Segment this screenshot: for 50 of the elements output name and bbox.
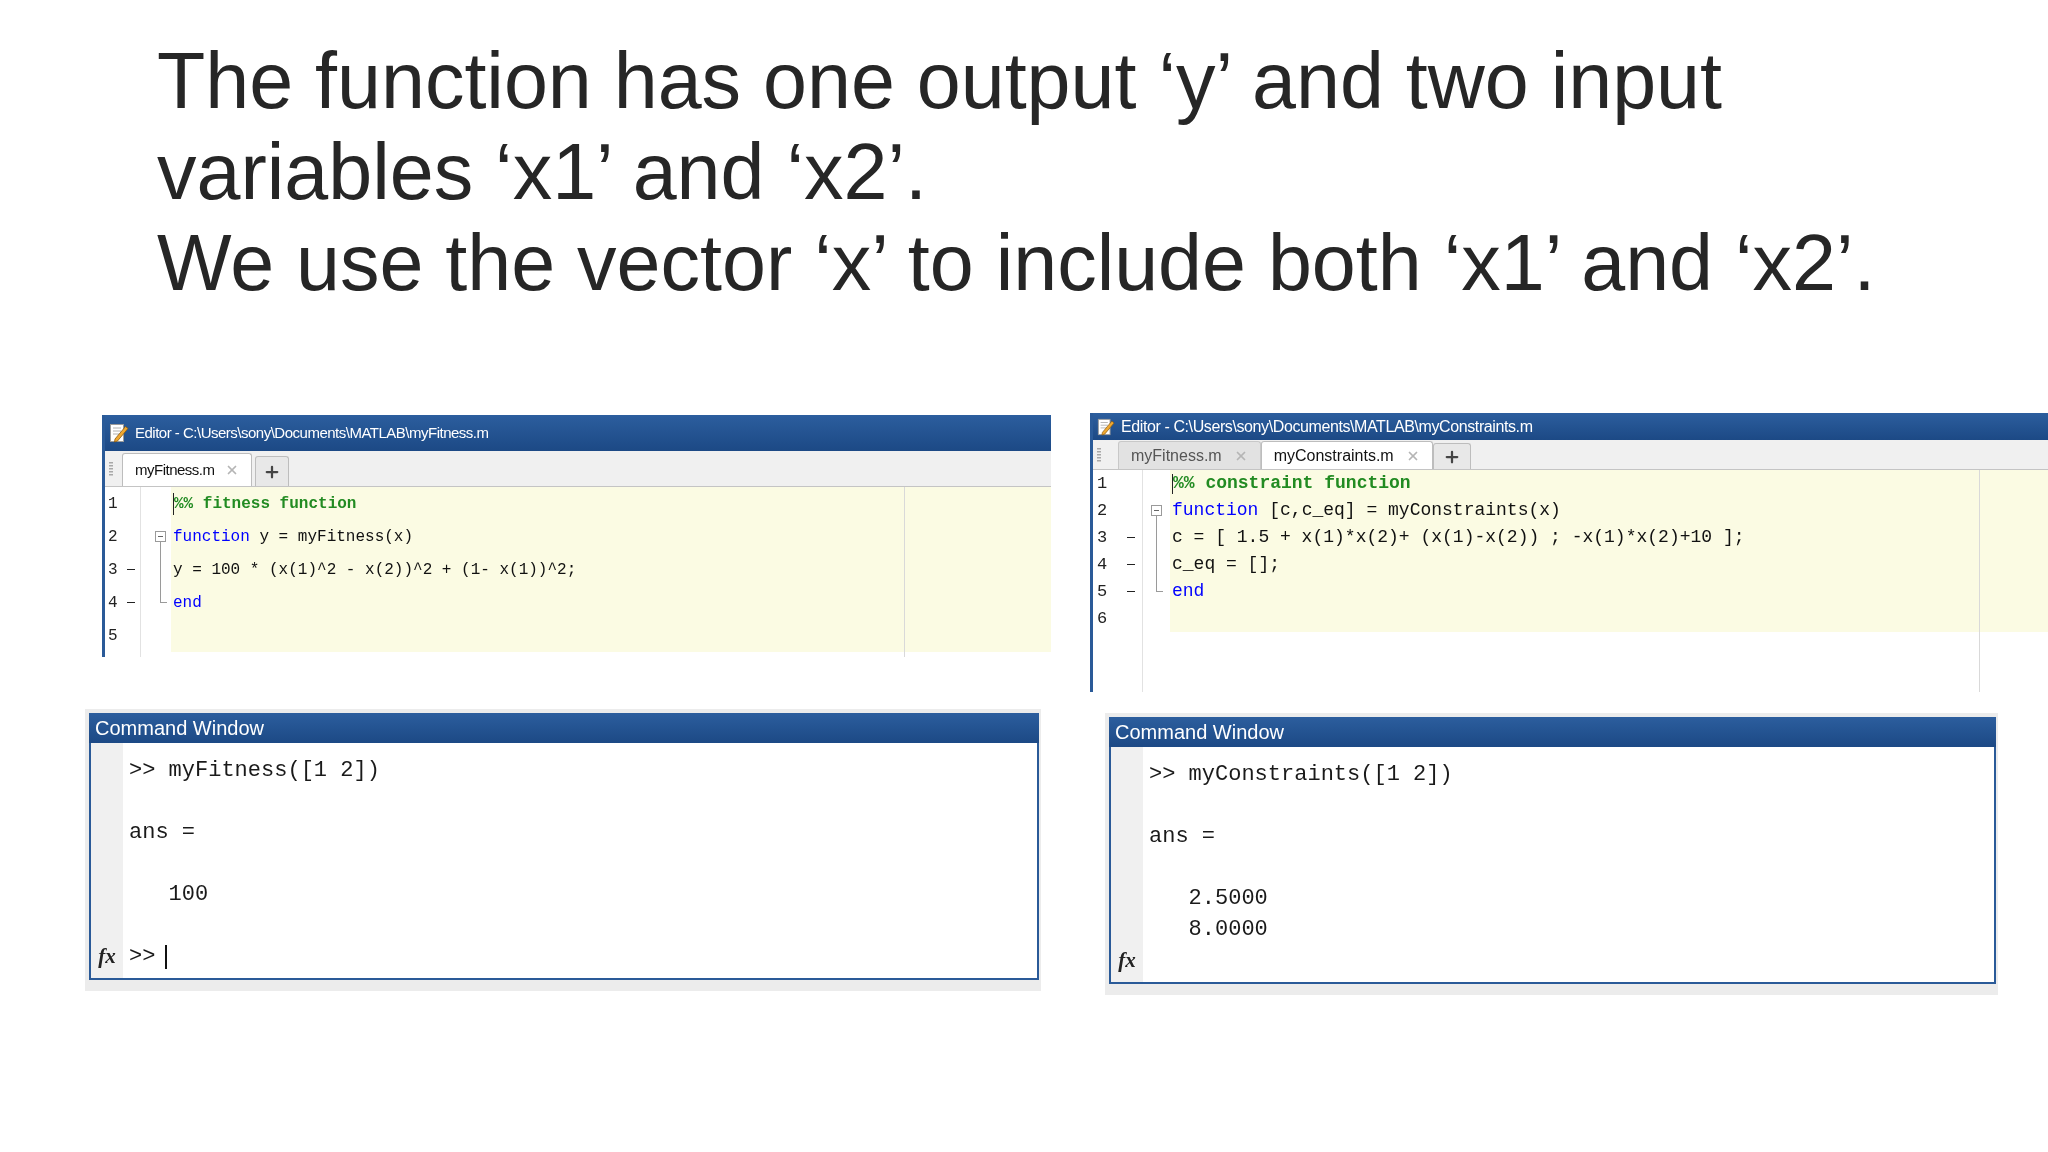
new-tab-button[interactable] [1432,443,1471,469]
notepad-pencil-icon [109,423,129,443]
notepad-pencil-icon [1097,417,1115,436]
editor-tab[interactable]: myFitness.m [1118,441,1261,469]
line-number: 4 [108,592,118,614]
new-tab-button[interactable] [254,456,289,486]
collapse-icon[interactable] [155,531,166,553]
line-number: 2 [108,526,118,548]
fold-end-icon [160,586,167,603]
code-line: c_eq = []; [1172,553,1281,576]
panel-title: Command Window [1115,720,1284,745]
console-line: >> myFitness([1 2]) [129,757,380,785]
collapse-icon[interactable] [1151,505,1162,524]
line-number: 3 [1097,526,1108,549]
fx-button[interactable]: fx [1111,945,1143,976]
code-line: function y = myFitness(x) [173,526,414,548]
editor-title: Editor - C:\Users\sony\Documents\MATLAB\myFitness.m [135,422,489,443]
console-line: ans = [1149,823,1215,851]
grip-icon[interactable] [109,460,113,477]
code-line: c = [ 1.5 + x(1)*x(2)+ (x(1)-x(2)) ; -x(1)*x(2)+10 ]; [1172,526,1745,549]
line-number: 1 [108,493,118,515]
console-line: 100 [168,881,209,909]
editor-tab[interactable]: myConstraints.m [1260,441,1433,469]
console-line: 2.5000 [1188,885,1268,913]
fold-line-icon [160,553,161,586]
grip-icon[interactable] [1097,446,1101,463]
fx-button[interactable]: fx [91,941,123,972]
console-line: ans = [129,819,195,847]
line-number: 3 [108,559,118,581]
code-line: function [c,c_eq] = myConstraints(x) [1172,499,1561,522]
prompt-text: >> [129,943,156,971]
editor-tab[interactable]: myFitness.m [122,453,252,486]
console-line: 8.0000 [1188,916,1268,944]
line-number: 6 [1097,607,1108,630]
code-line: y = 100 * (x(1)^2 - x(2))^2 + (1- x(1))^2; [173,559,577,581]
editor-title: Editor - C:\Users\sony\Documents\MATLAB\myConstraints.m [1121,416,1533,437]
line-number: 1 [1097,472,1108,495]
slide-heading: The function has one output ‘y’ and two input variables ‘x1’ and ‘x2’. [157,35,1723,217]
line-number: 4 [1097,553,1108,576]
line-number: 5 [108,625,118,647]
code-line: end [1172,580,1205,603]
code-line: end [173,592,202,614]
console-line: >> myConstraints([1 2]) [1149,761,1453,789]
slide-heading: We use the vector ‘x’ to include both ‘x1’ and ‘x2’. [157,217,1877,308]
code-line: %% constraint function [1173,472,1411,495]
code-line: %% fitness function [174,493,357,515]
panel-title: Command Window [95,716,264,741]
line-number: 5 [1097,580,1108,603]
fold-end-icon [1156,578,1163,592]
line-number: 2 [1097,499,1108,522]
